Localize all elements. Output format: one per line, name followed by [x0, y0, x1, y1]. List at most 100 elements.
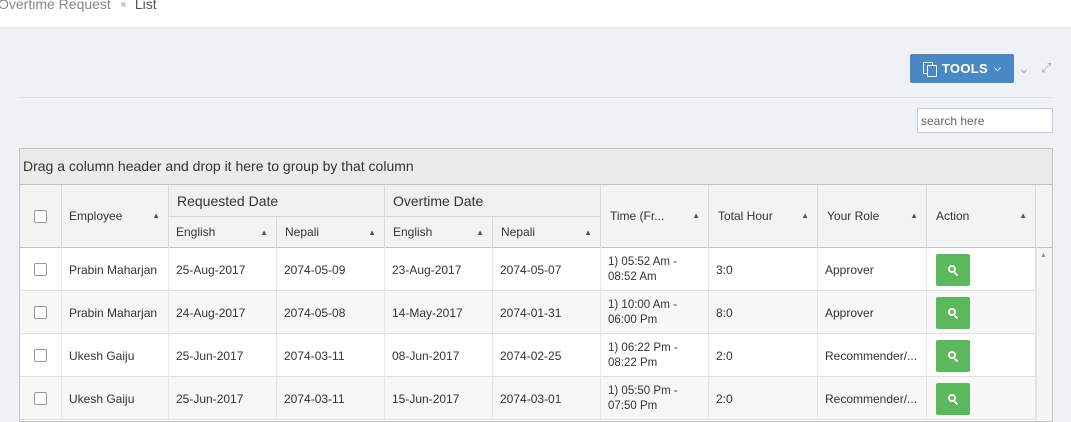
cell-overtime-english: 08-Jun-2017: [385, 334, 493, 377]
select-all-header: [20, 185, 62, 248]
cell-total-hour: 8:0: [709, 291, 818, 334]
cell-requested-nepali: 2074-03-11: [277, 334, 385, 377]
sort-icon[interactable]: ▲: [801, 211, 809, 220]
breadcrumb: Overtime Request List: [0, 0, 157, 12]
cell-time: 1) 05:50 Pm - 07:50 Pm: [601, 377, 709, 420]
data-grid: Drag a column header and drop it here to…: [19, 148, 1053, 422]
cell-requested-nepali: 2074-05-08: [277, 291, 385, 334]
page-header: Overtime Request List: [0, 0, 1071, 28]
column-header-your-role[interactable]: Your Role ▲: [818, 185, 927, 248]
cell-requested-nepali: 2074-03-11: [277, 377, 385, 420]
column-header-employee[interactable]: Employee ▲: [62, 185, 169, 248]
search-icon: [948, 307, 956, 316]
search-icon: [948, 393, 956, 402]
row-select: [20, 291, 62, 334]
sort-icon[interactable]: ▲: [260, 228, 268, 237]
cell-requested-english: 25-Jun-2017: [169, 377, 277, 420]
scroll-up-icon[interactable]: ▲: [1040, 252, 1047, 259]
sort-icon[interactable]: ▲: [1019, 211, 1027, 220]
sort-icon[interactable]: ▲: [584, 228, 592, 237]
cell-overtime-nepali: 2074-03-01: [493, 377, 601, 420]
cell-requested-english: 24-Aug-2017: [169, 291, 277, 334]
row-select: [20, 334, 62, 377]
column-header-requested-english[interactable]: English ▲: [169, 217, 277, 248]
tools-label: TOOLS: [941, 61, 988, 76]
column-header-action[interactable]: Action ▲: [927, 185, 1036, 248]
column-header-overtime-english[interactable]: English ▲: [385, 217, 493, 248]
select-all-checkbox[interactable]: [34, 210, 47, 223]
column-group-overtime-date: Overtime Date: [385, 185, 601, 217]
breadcrumb-current: List: [134, 0, 157, 12]
view-button[interactable]: [936, 253, 970, 286]
search-icon: [948, 350, 956, 359]
cell-action: [927, 377, 1036, 420]
cell-total-hour: 2:0: [709, 334, 818, 377]
cell-time: 1) 06:22 Pm - 08:22 Pm: [601, 334, 709, 377]
column-label: Nepali: [285, 225, 320, 239]
sort-icon[interactable]: ▲: [476, 228, 484, 237]
column-label: Your Role: [827, 209, 880, 223]
row-checkbox[interactable]: [34, 306, 47, 319]
cell-role: Recommender/...: [818, 377, 927, 420]
row-select: [20, 377, 62, 420]
cell-employee: Prabin Maharjan: [62, 291, 169, 334]
sort-icon[interactable]: ▲: [368, 228, 376, 237]
cell-overtime-english: 14-May-2017: [385, 291, 493, 334]
search-input[interactable]: [917, 108, 1053, 133]
column-header-total-hour[interactable]: Total Hour ▲: [709, 185, 818, 248]
chevron-down-icon: ⌵: [993, 63, 1002, 73]
cell-total-hour: 3:0: [709, 248, 818, 291]
cell-overtime-nepali: 2074-02-25: [493, 334, 601, 377]
tools-button[interactable]: TOOLS ⌵: [910, 54, 1014, 83]
column-label: Nepali: [501, 225, 536, 239]
cell-time: 1) 05:52 Am - 08:52 Am: [601, 248, 709, 291]
row-select: [20, 248, 62, 291]
row-checkbox[interactable]: [34, 349, 47, 362]
column-header-overtime-nepali[interactable]: Nepali ▲: [493, 217, 601, 248]
column-header-time[interactable]: Time (Fr... ▲: [601, 185, 709, 248]
column-label: English: [176, 225, 216, 239]
cell-overtime-english: 23-Aug-2017: [385, 248, 493, 291]
column-label: English: [393, 225, 433, 239]
search-icon: [948, 264, 956, 273]
cell-overtime-nepali: 2074-05-07: [493, 248, 601, 291]
cell-overtime-nepali: 2074-01-31: [493, 291, 601, 334]
table-row[interactable]: Ukesh Gaiju 25-Jun-2017 2074-03-11 15-Ju…: [20, 377, 1052, 420]
cell-role: Recommender/...: [818, 334, 927, 377]
sort-icon[interactable]: ▲: [692, 211, 700, 220]
grid-header: Employee ▲ Requested Date English ▲ Nepali…: [20, 185, 1052, 248]
view-button[interactable]: [936, 339, 970, 372]
table-row[interactable]: Prabin Maharjan 25-Aug-2017 2074-05-09 2…: [20, 248, 1052, 291]
breadcrumb-parent[interactable]: Overtime Request: [0, 0, 111, 12]
view-button[interactable]: [936, 296, 970, 329]
grid-body: Prabin Maharjan 25-Aug-2017 2074-05-09 2…: [20, 248, 1052, 420]
cell-role: Approver: [818, 248, 927, 291]
cell-action: [927, 334, 1036, 377]
column-label: Employee: [69, 209, 123, 223]
vertical-scrollbar[interactable]: ▲: [1036, 248, 1052, 421]
sort-icon[interactable]: ▲: [910, 211, 918, 220]
cell-employee: Ukesh Gaiju: [62, 377, 169, 420]
copy-icon: [922, 62, 937, 77]
cell-employee: Prabin Maharjan: [62, 248, 169, 291]
table-row[interactable]: Ukesh Gaiju 25-Jun-2017 2074-03-11 08-Ju…: [20, 334, 1052, 377]
group-drop-area[interactable]: Drag a column header and drop it here to…: [20, 149, 1052, 185]
fullscreen-icon[interactable]: ⤢: [1041, 60, 1055, 75]
divider: [18, 97, 1053, 98]
cell-action: [927, 248, 1036, 291]
cell-employee: Ukesh Gaiju: [62, 334, 169, 377]
sort-icon[interactable]: ▲: [152, 211, 160, 220]
cell-requested-english: 25-Aug-2017: [169, 248, 277, 291]
cell-requested-nepali: 2074-05-09: [277, 248, 385, 291]
row-checkbox[interactable]: [34, 392, 47, 405]
row-checkbox[interactable]: [34, 263, 47, 276]
view-button[interactable]: [936, 382, 970, 415]
column-header-requested-nepali[interactable]: Nepali ▲: [277, 217, 385, 248]
cell-time: 1) 10:00 Am - 06:00 Pm: [601, 291, 709, 334]
cell-role: Approver: [818, 291, 927, 334]
column-label: Time (Fr...: [610, 209, 665, 223]
cell-action: [927, 291, 1036, 334]
table-row[interactable]: Prabin Maharjan 24-Aug-2017 2074-05-08 1…: [20, 291, 1052, 334]
column-label: Total Hour: [718, 209, 773, 223]
collapse-icon[interactable]: ⌄: [1018, 60, 1032, 76]
